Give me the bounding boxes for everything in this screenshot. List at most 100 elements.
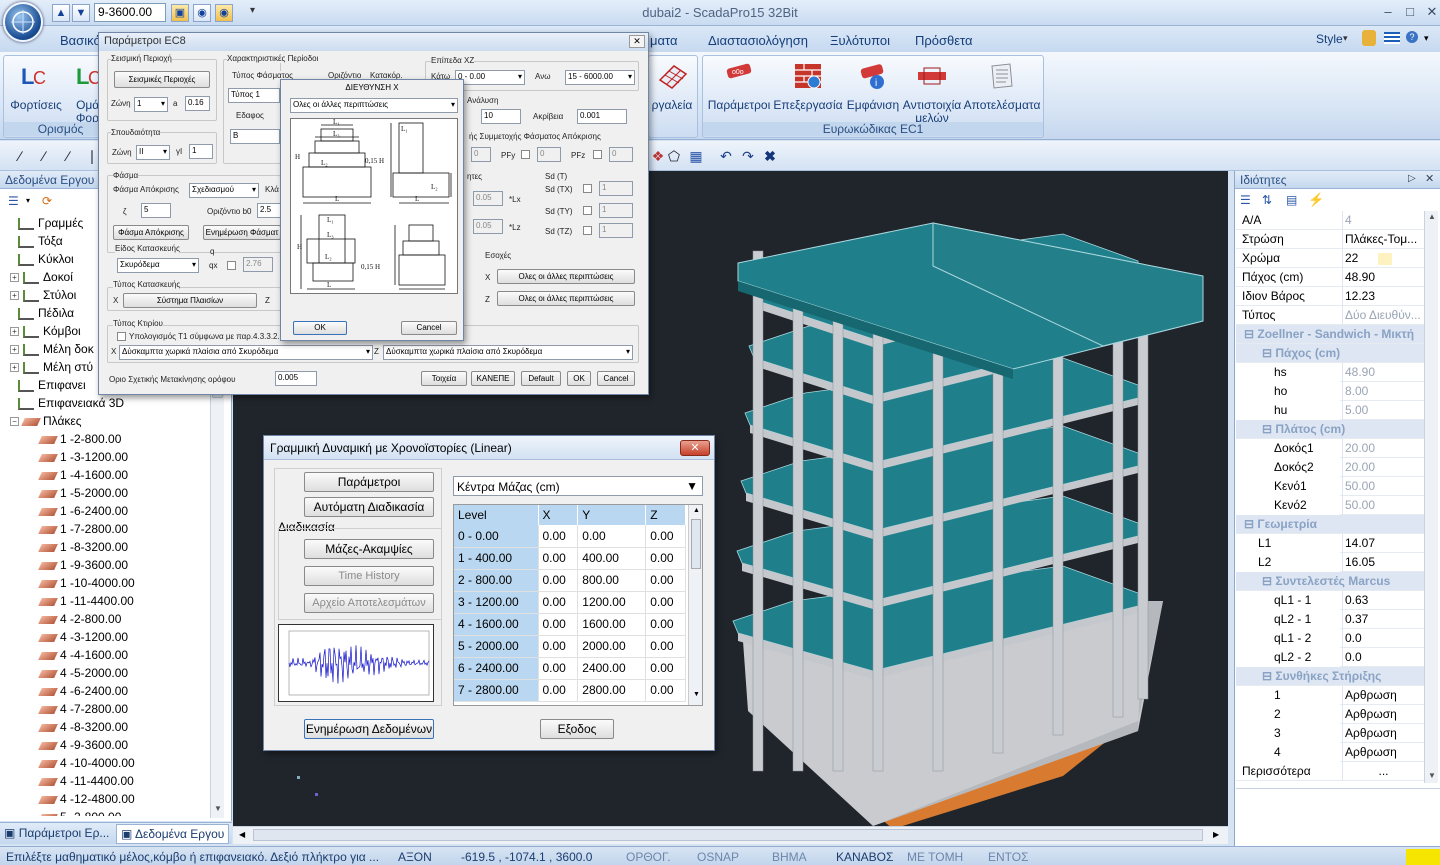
ec8-ok-button[interactable]: OK (567, 371, 591, 386)
expand-icon[interactable]: + (10, 273, 19, 283)
table-row[interactable]: 5 - 2000.00 0.00 2000.00 0.00 (454, 635, 686, 658)
property-value[interactable]: Πλάκες-Τομ... (1342, 230, 1422, 249)
tree-item[interactable]: 4 -9-3600.00 (38, 736, 128, 754)
tree-item[interactable]: + Μέλη δοκ (10, 340, 94, 358)
expand-icon[interactable]: + (10, 291, 19, 301)
table-header[interactable]: Z (645, 505, 686, 525)
response-spectrum-select[interactable]: Σχεδιασμού ▾ (189, 183, 259, 198)
walls-button[interactable]: Τοιχεία (421, 371, 467, 386)
status-osnap[interactable]: OSNAP (697, 850, 739, 864)
tree-item[interactable]: 4 -6-2400.00 (38, 682, 128, 700)
table-row[interactable]: 7 - 2800.00 0.00 2800.00 0.00 (454, 679, 686, 702)
drift-limit-input[interactable]: 0.005 (275, 371, 317, 386)
table-row[interactable]: 0 - 0.00 0.00 0.00 0.00 (454, 525, 686, 548)
update-data-button[interactable]: Ενημέρωση Δεδομένων (304, 719, 434, 739)
table-header[interactable]: Level (454, 505, 539, 525)
table-cell[interactable]: 0.00 (538, 547, 579, 570)
property-value[interactable]: 48.90 (1342, 268, 1422, 287)
linear-close-icon[interactable]: ✕ (680, 440, 710, 456)
scroll-up-icon[interactable]: ▲ (693, 507, 700, 514)
results-file-button[interactable]: Αρχείο Αποτελεσμάτων (304, 593, 434, 613)
status-grid[interactable]: ΚΑΝΑΒΟΣ (836, 850, 893, 864)
collapse-icon[interactable]: ⊟ (1236, 517, 1257, 531)
viewport-hscrollbar[interactable]: ◀ ▶ (233, 826, 1228, 844)
tree-item[interactable]: 4 -12-4800.00 (38, 790, 135, 808)
qx-checkbox[interactable] (227, 261, 236, 270)
table-header[interactable]: Y (577, 505, 647, 525)
tree-item[interactable]: 1 -2-800.00 (38, 430, 121, 448)
property-row[interactable]: Δοκός2 20.00 (1236, 458, 1424, 477)
sdtz-input[interactable]: 1 (599, 223, 633, 238)
tab-addons[interactable]: Πρόσθετα (915, 33, 973, 48)
table-cell[interactable]: 0 - 0.00 (454, 525, 539, 548)
table-cell[interactable]: 0.00 (645, 525, 686, 548)
tree-item[interactable]: Τόξα (18, 232, 63, 250)
table-cell[interactable]: 0.00 (538, 569, 579, 592)
property-category[interactable]: ⊟ Συνθήκες Στήριξης (1236, 667, 1424, 686)
tree-item[interactable]: 4 -8-3200.00 (38, 718, 128, 736)
tree-item[interactable]: + Κόμβοι (10, 322, 81, 340)
table-cell[interactable]: 6 - 2400.00 (454, 657, 539, 680)
tree-item[interactable]: 1 -6-2400.00 (38, 502, 128, 520)
draw-polyline-icon[interactable]: ∕ (34, 147, 54, 165)
z-building-select[interactable]: Δύσκαμπτα χωρικά πλαίσια από Σκυρόδεμα ▾ (383, 345, 633, 360)
ec8-close-icon[interactable]: ✕ (629, 35, 645, 48)
table-row[interactable]: 1 - 400.00 0.00 400.00 0.00 (454, 547, 686, 570)
tab-project-data[interactable]: ▣ Δεδομένα Εργου (116, 824, 230, 844)
status-section[interactable]: ΜΕ ΤΟΜΗ (907, 850, 963, 864)
property-row[interactable]: Περισσότερα... (1236, 762, 1424, 781)
construction-kind-select[interactable]: Σκυρόδεμα ▾ (117, 258, 199, 273)
pfy-input[interactable]: 0 (537, 147, 561, 162)
table-row[interactable]: 2 - 800.00 0.00 800.00 0.00 (454, 569, 686, 592)
table-cell[interactable]: 0.00 (645, 547, 686, 570)
table-cell[interactable]: 0.00 (645, 635, 686, 658)
property-value[interactable]: Αρθρωση (1342, 705, 1422, 724)
tree-item[interactable]: + Μέλη στύ (10, 358, 93, 376)
grid-view-icon[interactable]: ▦ (686, 147, 706, 165)
table-cell[interactable]: 0.00 (645, 591, 686, 614)
table-scrollbar[interactable]: ▲ ▼ (688, 505, 702, 705)
tree-item[interactable]: Επιφανειακά 3D (18, 394, 124, 412)
table-cell[interactable]: 0.00 (538, 635, 579, 658)
tree-item[interactable]: Επιφανει (18, 376, 86, 394)
table-header[interactable]: X (538, 505, 579, 525)
property-value[interactable]: 8.00 (1342, 382, 1422, 401)
sdtx-input[interactable]: 1 (599, 181, 633, 196)
property-value[interactable]: ... (1342, 762, 1422, 781)
property-row[interactable]: 3 Αρθρωση (1236, 724, 1424, 743)
property-value[interactable]: 0.0 (1342, 629, 1422, 648)
property-value[interactable]: 50.00 (1342, 496, 1422, 515)
a-input[interactable]: 0.16 (185, 96, 210, 111)
tree-item[interactable]: 4 -7-2800.00 (38, 700, 128, 718)
tab-project-parameters[interactable]: ▣ Παράμετροι Ερ... (4, 826, 109, 840)
property-row[interactable]: L2 16.05 (1236, 553, 1424, 572)
tree-item[interactable]: Πέδιλα (18, 304, 74, 322)
tree-item[interactable]: 4 -3-1200.00 (38, 628, 128, 646)
property-row[interactable]: qL2 - 1 0.37 (1236, 610, 1424, 629)
property-value[interactable]: 5.00 (1342, 401, 1422, 420)
collapse-icon[interactable]: ⊟ (1236, 574, 1275, 588)
pfz-input[interactable]: 0 (609, 147, 633, 162)
collapse-icon[interactable]: ⊟ (1236, 422, 1275, 436)
b0-input[interactable]: 2.5 (257, 203, 281, 218)
expand-icon[interactable]: + (10, 363, 19, 373)
tree-item[interactable]: 1 -4-1600.00 (38, 466, 128, 484)
tree-item[interactable]: − Πλάκες (10, 412, 82, 430)
properties-scrollbar[interactable]: ▲ ▼ (1424, 211, 1438, 783)
default-button[interactable]: Default (521, 371, 561, 386)
direction-x-cancel-button[interactable]: Cancel (401, 321, 457, 335)
redo-icon[interactable]: ↷ (738, 147, 758, 165)
table-cell[interactable]: 0.00 (538, 591, 579, 614)
table-cell[interactable]: 0.00 (645, 569, 686, 592)
status-step[interactable]: ΒΗΜΑ (772, 850, 807, 864)
property-category[interactable]: ⊟ Πλάτος (cm) (1236, 420, 1424, 439)
tab-basic[interactable]: Βασικό (60, 33, 101, 48)
property-value[interactable]: 16.05 (1342, 553, 1422, 572)
property-value[interactable]: Αρθρωση (1342, 686, 1422, 705)
greek-flag-icon[interactable] (1384, 32, 1400, 44)
property-row[interactable]: Τύπος Δύο Διευθύν... (1236, 306, 1424, 325)
qx-input[interactable]: 2.76 (243, 257, 273, 272)
tree-item[interactable]: 5 -2-800.00 (38, 808, 121, 816)
below-level-select[interactable]: 0 - 0.00 ▾ (455, 70, 525, 85)
property-value[interactable]: 0.37 (1342, 610, 1422, 629)
